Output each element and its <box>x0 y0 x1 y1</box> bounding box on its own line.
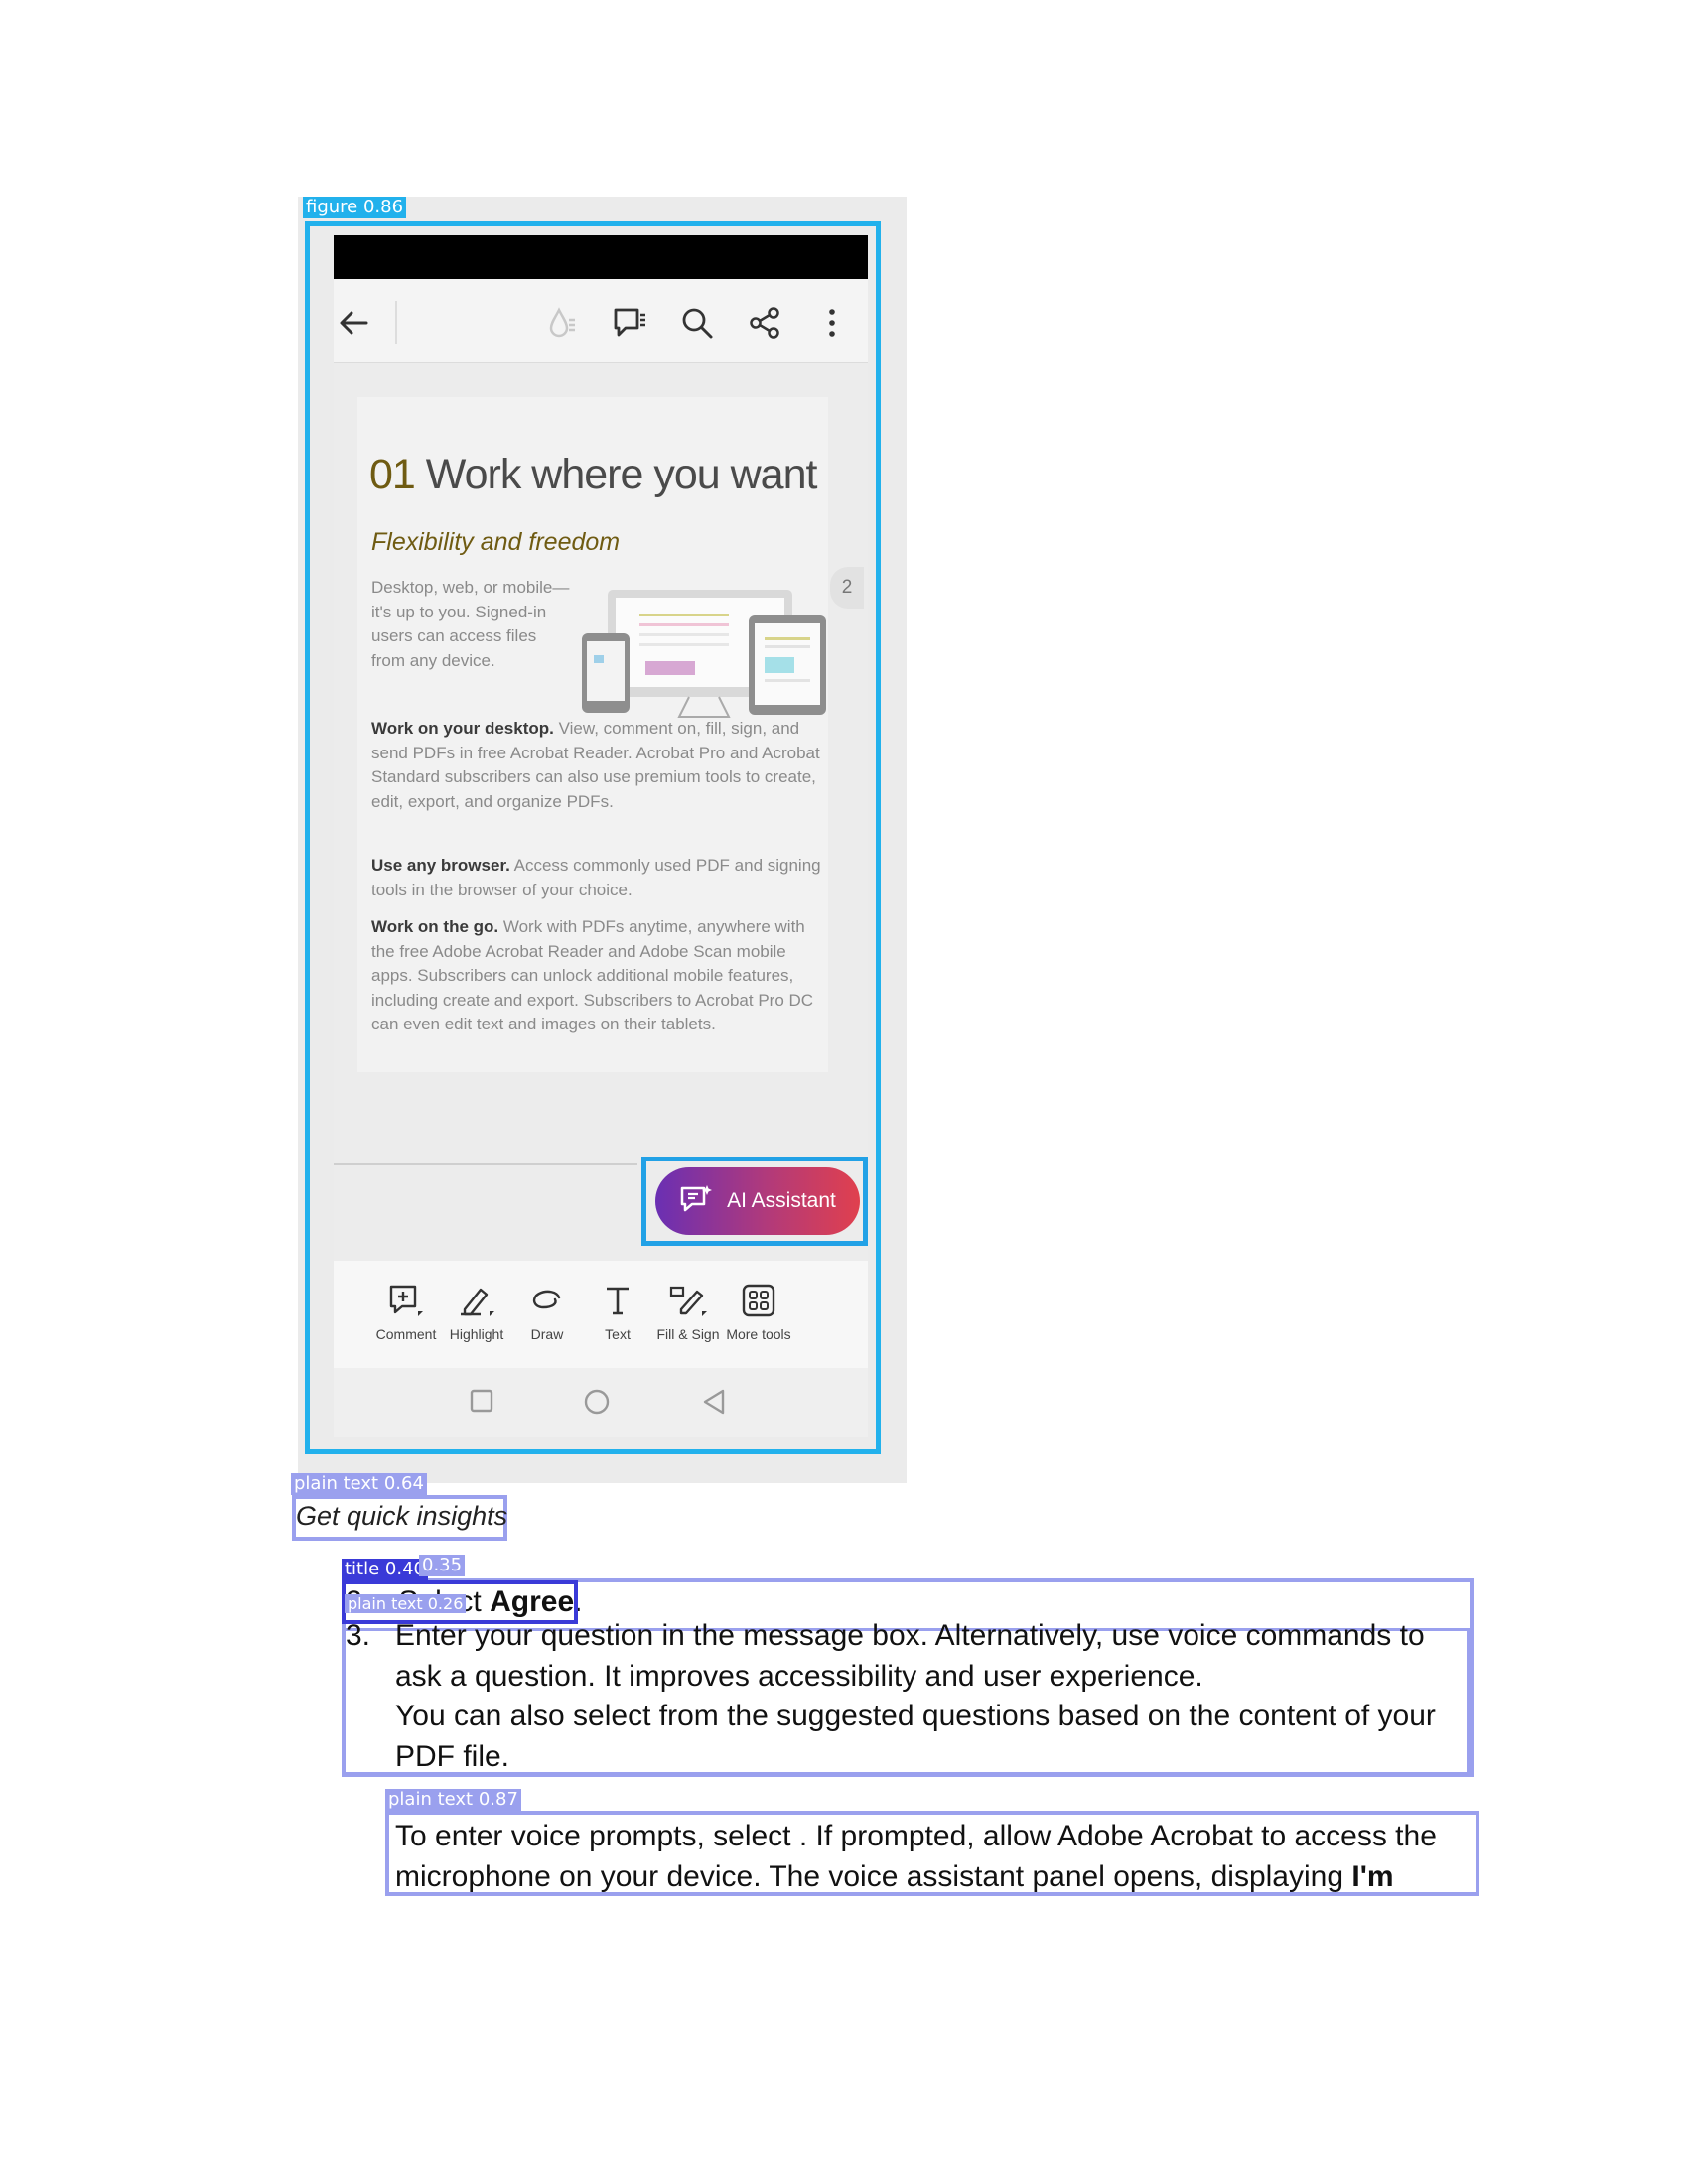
step-3-line-1: Enter your question in the message box. … <box>395 1619 1425 1693</box>
step-3: 3. Enter your question in the message bo… <box>346 1616 1477 1777</box>
title-detection-score: 0.35 <box>419 1555 466 1576</box>
figure-detection-label: figure 0.86 <box>303 197 407 218</box>
voice-prompt-note: To enter voice prompts, select . If prom… <box>395 1817 1477 1897</box>
figure-caption: Get quick insights <box>296 1501 508 1531</box>
note-text: To enter voice prompts, select . If prom… <box>395 1820 1437 1893</box>
note-detection-label: plain text 0.87 <box>385 1789 521 1811</box>
note-bold: I'm <box>1351 1859 1394 1893</box>
title-detection-label: title 0.40 <box>342 1559 428 1580</box>
step-3-number: 3. <box>346 1619 371 1652</box>
step-detection-label: plain text 0.26 <box>345 1594 467 1613</box>
caption-detection-label: plain text 0.64 <box>291 1473 427 1495</box>
figure-detection-box <box>305 221 881 1454</box>
step-3-line-2: You can also select from the suggested q… <box>395 1700 1436 1773</box>
